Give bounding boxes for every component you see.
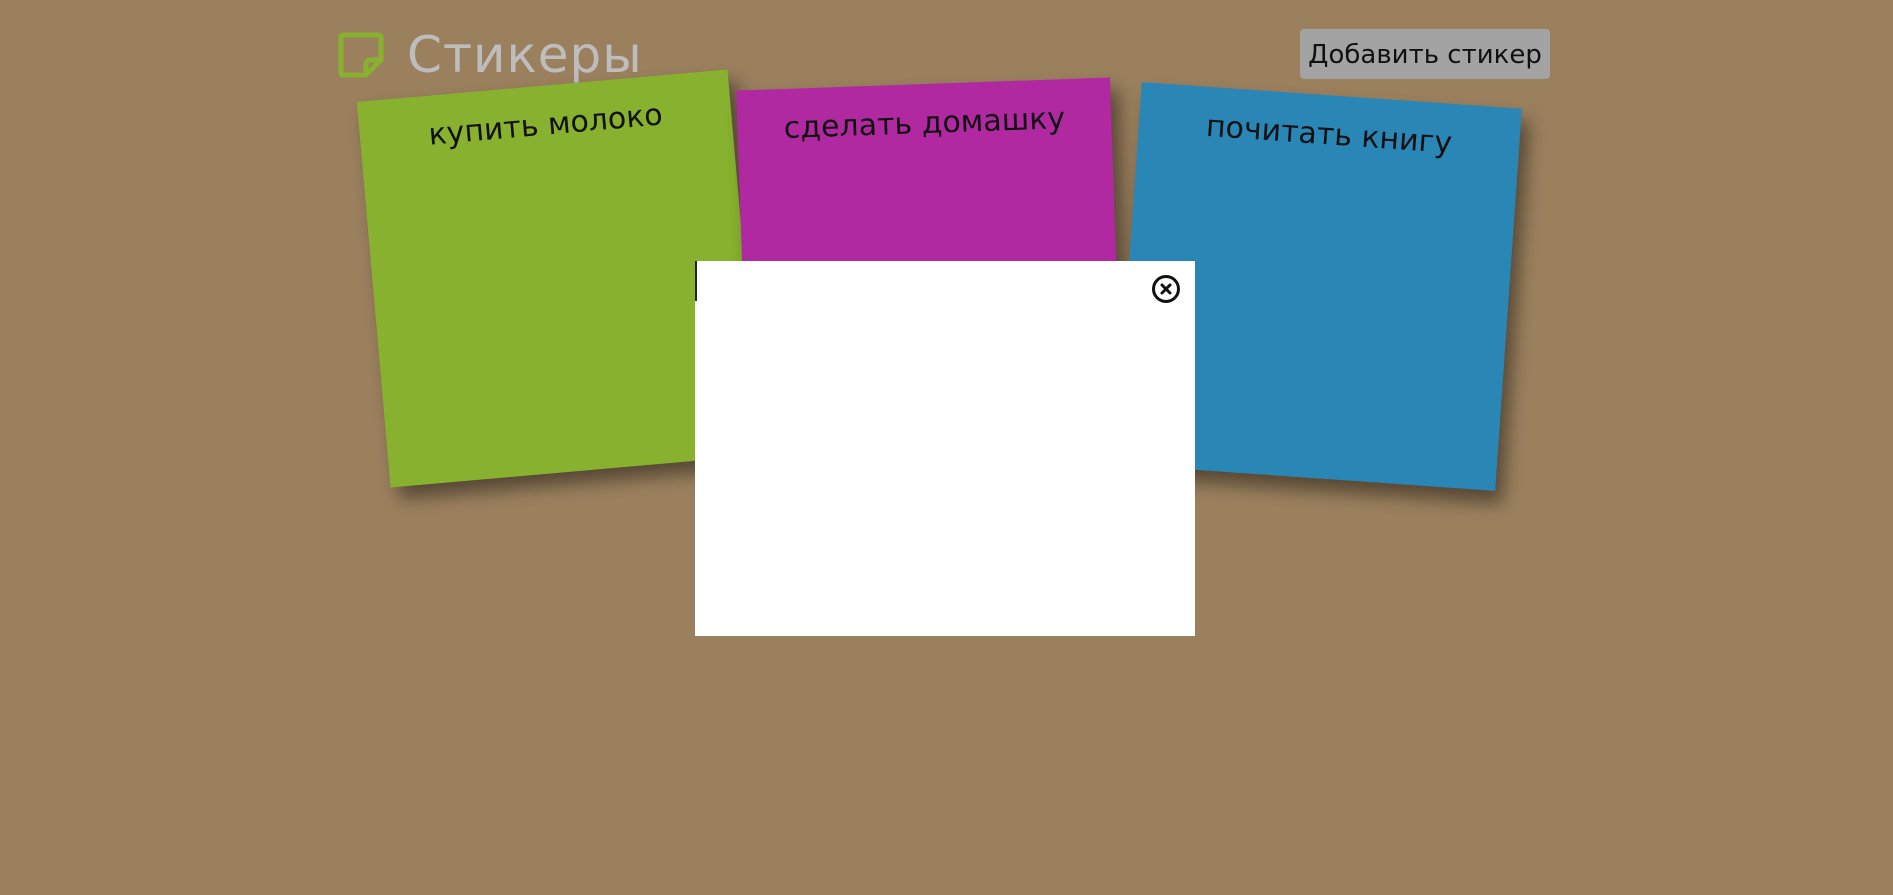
- add-sticker-button[interactable]: Добавить стикер: [1300, 29, 1550, 79]
- sticky-note-icon: [338, 32, 384, 78]
- sticker-text: почитать книгу: [1204, 108, 1454, 161]
- close-icon: [1152, 275, 1180, 303]
- sticker-editor-modal: [695, 261, 1195, 636]
- sticker-board: Стикеры Добавить стикер купить молоко сд…: [0, 0, 1893, 895]
- sticker-text-input[interactable]: [695, 261, 1135, 301]
- close-button[interactable]: [1151, 274, 1181, 304]
- sticker-text: сделать домашку: [783, 101, 1066, 146]
